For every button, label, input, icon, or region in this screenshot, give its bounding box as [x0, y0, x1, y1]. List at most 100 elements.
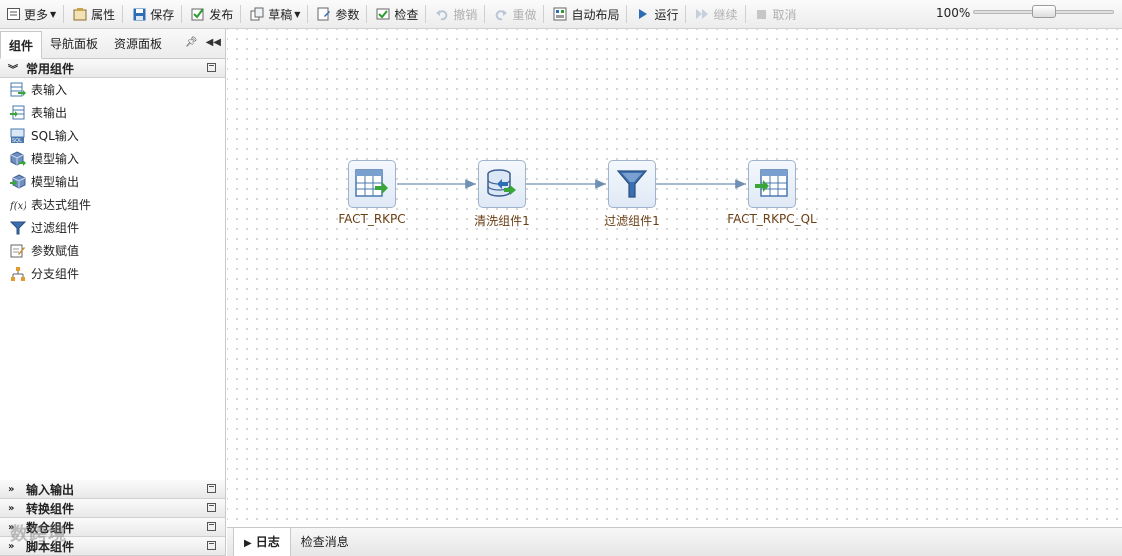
funnel-filter-icon: [616, 170, 648, 198]
zoom-slider-handle[interactable]: [1032, 5, 1056, 18]
flow-node-clean[interactable]: [478, 160, 526, 208]
component-label: 分支组件: [31, 267, 80, 281]
component-label: 表达式组件: [31, 198, 92, 212]
component-label: 参数赋值: [31, 244, 80, 258]
undo-icon: [435, 7, 449, 21]
cube-input-icon: [10, 150, 26, 167]
separator: [685, 5, 687, 23]
tab-check-messages[interactable]: 检查消息: [291, 528, 359, 556]
chevron-right-icon: »: [8, 483, 15, 495]
publish-button[interactable]: 发布: [187, 3, 237, 25]
separator: [366, 5, 368, 23]
tab-navigation[interactable]: 导航面板: [42, 30, 106, 58]
redo-button[interactable]: 重做: [490, 3, 540, 25]
properties-label: 属性: [91, 7, 116, 22]
flow-connectors: [397, 179, 746, 189]
separator: [744, 5, 746, 23]
separator: [240, 5, 242, 23]
tab-components[interactable]: 组件: [0, 31, 43, 59]
component-table-input[interactable]: 表输入: [0, 78, 225, 101]
draft-label: 草稿: [268, 7, 293, 22]
publish-check-icon: [191, 7, 205, 21]
draft-icon: [250, 7, 264, 21]
flow-node-source[interactable]: [348, 160, 396, 208]
tab-resources[interactable]: 资源面板: [106, 30, 170, 58]
component-filter[interactable]: 过滤组件: [0, 216, 225, 239]
table-input-icon: [10, 82, 26, 98]
run-label: 运行: [654, 7, 679, 22]
group-common-components[interactable]: ︾ 常用组件: [0, 59, 225, 78]
panel-tools: 📌︎ ◀◀: [185, 37, 221, 48]
component-model-input[interactable]: 模型输入: [0, 147, 225, 170]
flow-node-label: 清洗组件1: [474, 214, 530, 228]
continue-label: 继续: [713, 7, 738, 22]
separator: [63, 5, 65, 23]
run-button[interactable]: 运行: [632, 3, 682, 25]
flow-canvas[interactable]: FACT_RKPC 清洗组件1 过滤组件1 FACT_RKPC_QL: [227, 29, 1122, 527]
panel-tabs: 组件 导航面板 资源面板 📌︎ ◀◀: [0, 29, 225, 59]
minimize-icon[interactable]: [207, 522, 216, 531]
pin-icon[interactable]: 📌︎: [185, 37, 198, 48]
chevron-right-icon: »: [8, 502, 15, 514]
minimize-icon[interactable]: [207, 484, 216, 493]
minimize-icon[interactable]: [207, 541, 216, 550]
caret-down-icon: ▼: [50, 9, 57, 19]
params-button[interactable]: 参数: [313, 3, 363, 25]
check-label: 检查: [394, 7, 419, 22]
function-fx-icon: f(x): [10, 197, 26, 213]
group-title: 常用组件: [26, 61, 75, 76]
more-label: 更多: [24, 7, 49, 22]
save-icon: [132, 7, 146, 21]
chevron-down-icon: ︾: [8, 64, 18, 76]
component-label: 模型输出: [31, 175, 80, 189]
group-title: 转换组件: [26, 501, 75, 516]
tab-log[interactable]: ▶ 日志: [233, 528, 291, 556]
collapse-left-icon[interactable]: ◀◀: [206, 37, 221, 48]
minimize-icon[interactable]: [207, 503, 216, 512]
redo-icon: [494, 7, 508, 21]
menu-icon: [6, 7, 20, 21]
flow-node-label: 过滤组件1: [604, 214, 660, 228]
auto-layout-button[interactable]: 自动布局: [549, 3, 623, 25]
save-button[interactable]: 保存: [128, 3, 178, 25]
component-label: 表输出: [31, 106, 68, 120]
separator: [543, 5, 545, 23]
check-icon: [376, 7, 390, 21]
redo-label: 重做: [512, 7, 537, 22]
draft-button[interactable]: 草稿 ▼: [246, 3, 304, 25]
component-expression[interactable]: f(x) 表达式组件: [0, 193, 225, 216]
params-label: 参数: [335, 7, 360, 22]
separator: [484, 5, 486, 23]
more-button[interactable]: 更多 ▼: [2, 3, 60, 25]
group-transform[interactable]: » 转换组件: [0, 499, 225, 518]
properties-button[interactable]: 属性: [69, 3, 119, 25]
component-model-output[interactable]: 模型输出: [0, 170, 225, 193]
left-panel: 组件 导航面板 资源面板 📌︎ ◀◀ ︾ 常用组件 表输入 表输出 SQL SQ…: [0, 29, 226, 556]
undo-button[interactable]: 撤销: [431, 3, 481, 25]
component-table-output[interactable]: 表输出: [0, 101, 225, 124]
flow-node-filter[interactable]: [608, 160, 656, 208]
component-param-assign[interactable]: 参数赋值: [0, 239, 225, 262]
stop-icon: [755, 7, 769, 21]
flow-node-label: FACT_RKPC_QL: [727, 212, 817, 226]
group-input-output[interactable]: » 输入输出: [0, 480, 225, 499]
separator: [122, 5, 124, 23]
continue-icon: [695, 7, 709, 21]
minimize-icon[interactable]: [207, 63, 216, 72]
cancel-button[interactable]: 取消: [751, 3, 801, 25]
caret-down-icon: ▼: [294, 9, 301, 19]
cube-output-icon: [10, 173, 26, 190]
play-icon: [636, 7, 650, 21]
separator: [181, 5, 183, 23]
branch-icon: [10, 266, 26, 282]
table-output-icon: [10, 105, 26, 121]
component-sql-input[interactable]: SQL SQL输入: [0, 124, 225, 147]
watermark: 数跨境: [10, 524, 67, 545]
component-label: SQL输入: [31, 129, 79, 143]
check-button[interactable]: 检查: [372, 3, 422, 25]
component-branch[interactable]: 分支组件: [0, 262, 225, 285]
table-input-icon: [355, 169, 388, 197]
flow-node-target[interactable]: [748, 160, 796, 208]
continue-button[interactable]: 继续: [691, 3, 741, 25]
bottom-panel-tabs: ▶ 日志 检查消息: [227, 527, 1122, 556]
